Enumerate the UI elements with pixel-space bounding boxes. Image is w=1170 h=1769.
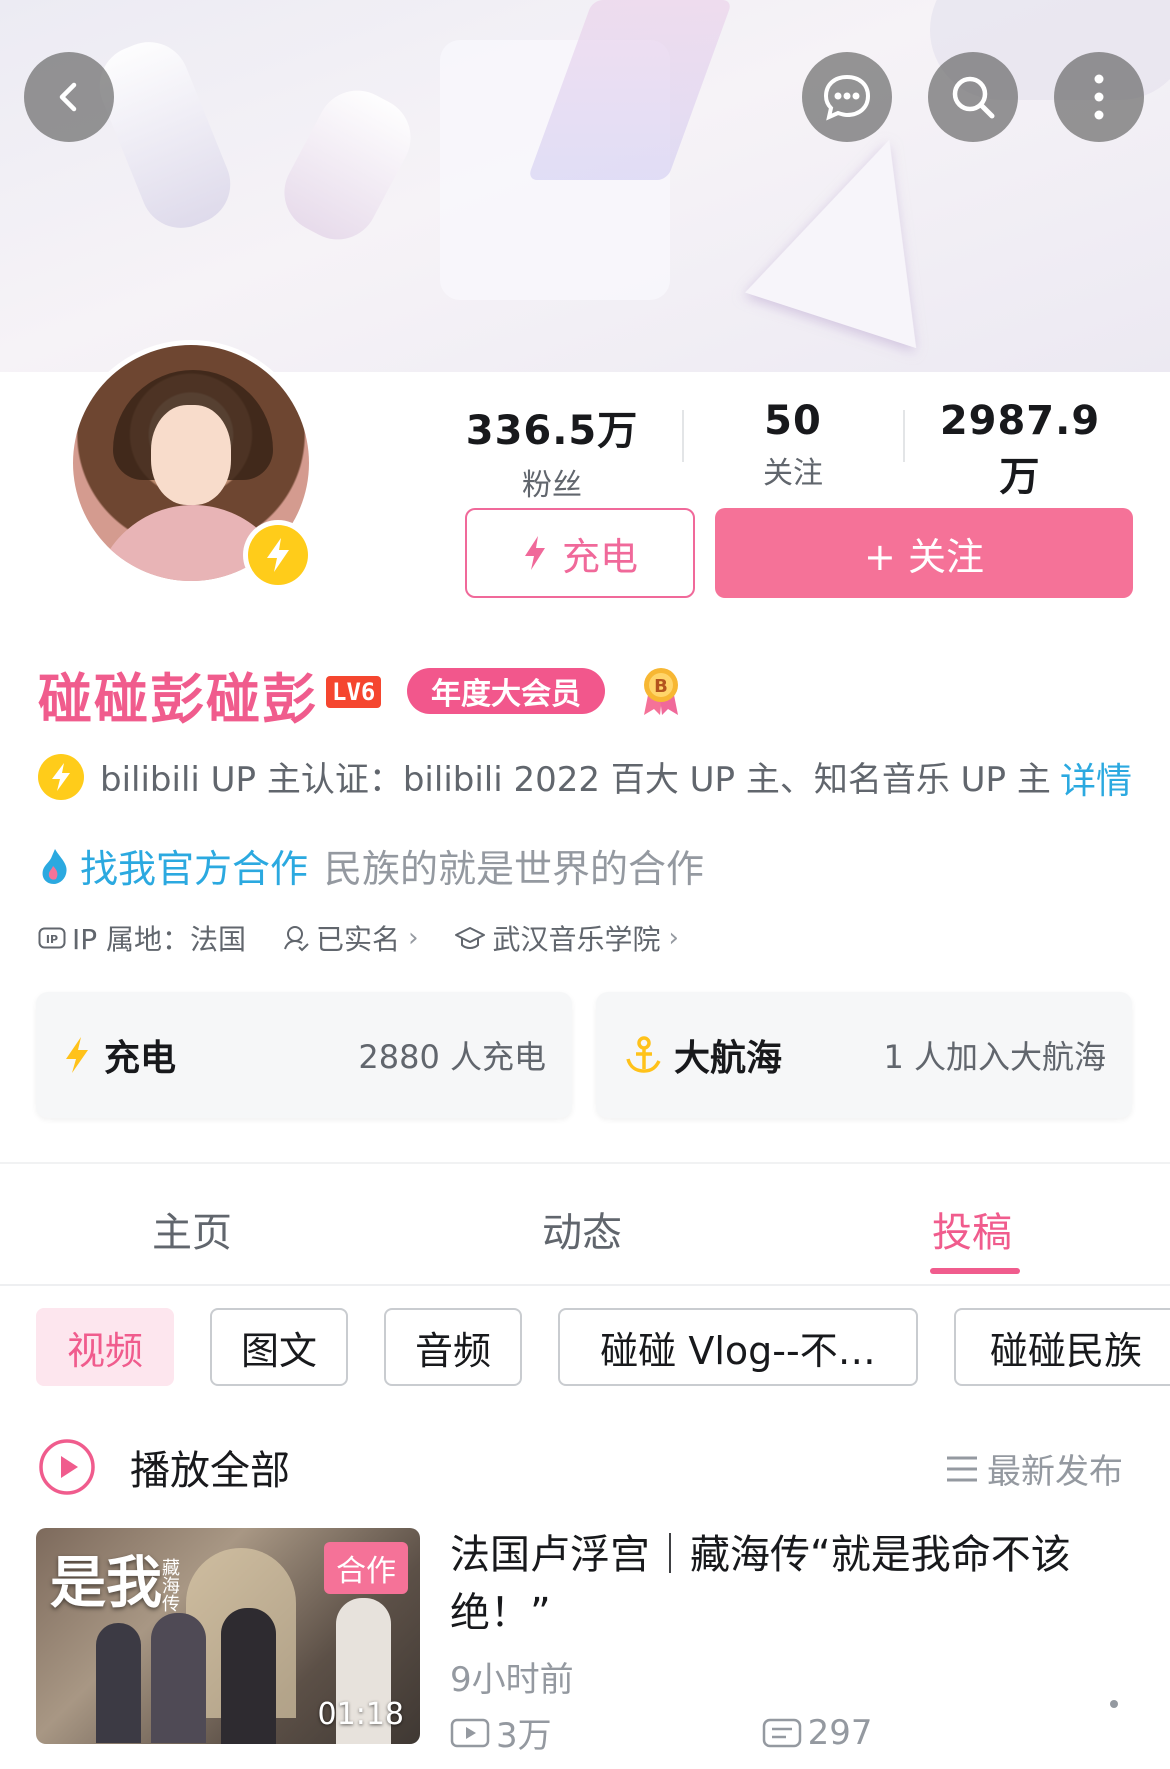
more-options-icon[interactable]: [1110, 1700, 1118, 1708]
video-stats: 3万 297: [450, 1708, 873, 1757]
school-text: 武汉音乐学院: [492, 923, 661, 956]
thumbnail-subtitle-text: 藏海传: [159, 1558, 180, 1612]
person-verified-icon: [284, 926, 309, 952]
video-title[interactable]: 法国卢浮宫｜藏海传“就是我命不该绝！”: [450, 1526, 1130, 1642]
details-link[interactable]: 详情: [1060, 752, 1132, 804]
verification-text: bilibili UP 主认证：bilibili 2022 百大 UP 主、知名…: [100, 760, 1051, 800]
guard-card-title: 大航海: [674, 1038, 783, 1079]
back-button[interactable]: [24, 52, 114, 142]
more-button[interactable]: [1054, 52, 1144, 142]
school-info[interactable]: 武汉音乐学院 ›: [454, 918, 679, 958]
charge-card[interactable]: 充电 2880 人充电: [36, 992, 572, 1118]
graduation-cap-icon: [455, 927, 486, 949]
guard-card-count: 1 人加入大航海: [883, 1038, 1106, 1076]
more-vertical-icon: [1094, 74, 1104, 120]
list-icon: [947, 1456, 977, 1481]
tab-home[interactable]: 主页: [152, 1200, 232, 1258]
stat-divider: [903, 410, 905, 462]
ip-icon: IP: [38, 927, 66, 949]
tab-dynamic[interactable]: 动态: [542, 1200, 622, 1258]
follow-button[interactable]: + 关注: [715, 508, 1133, 598]
ip-location: IP IP 属地：法国: [38, 918, 246, 958]
chip-article[interactable]: 图文: [210, 1308, 348, 1386]
video-time: 9小时前: [450, 1660, 574, 1700]
chevron-right-icon: ›: [668, 923, 679, 953]
chevron-left-icon: [59, 82, 77, 112]
following-label: 关注: [763, 456, 823, 491]
lightning-icon: [267, 538, 289, 572]
cooperation-line[interactable]: 找我官方合作 民族的就是世界的合作: [38, 838, 704, 893]
play-circle-icon: [39, 1439, 95, 1495]
anchor-icon: [626, 1036, 661, 1073]
fans-stat[interactable]: 336.5万 粉丝: [452, 398, 652, 504]
comment-icon: [762, 1718, 801, 1747]
lightning-icon: [524, 536, 545, 570]
guard-card[interactable]: 大航海 1 人加入大航海: [596, 992, 1132, 1118]
cooperation-desc: 民族的就是世界的合作: [324, 847, 705, 891]
chip-vlog-collection[interactable]: 碰碰 Vlog--不…: [558, 1308, 918, 1386]
ip-location-text: IP 属地：法国: [72, 923, 247, 956]
chip-audio[interactable]: 音频: [384, 1308, 522, 1386]
chevron-right-icon: ›: [408, 923, 419, 953]
charge-badge: [243, 520, 313, 590]
message-button[interactable]: [802, 52, 892, 142]
realname-text: 已实名: [316, 923, 401, 956]
tab-uploads[interactable]: 投稿: [932, 1200, 1012, 1258]
profile-banner: [0, 0, 1170, 372]
view-count: 3万: [450, 1708, 552, 1757]
video-duration: 01:18: [317, 1697, 404, 1732]
svg-text:IP: IP: [46, 933, 58, 946]
message-icon: [823, 74, 871, 121]
medal-icon[interactable]: B: [640, 665, 682, 717]
comment-count: 297: [762, 1713, 873, 1753]
play-count-icon: [450, 1718, 490, 1747]
verification-line: bilibili UP 主认证：bilibili 2022 百大 UP 主、知名…: [38, 752, 1051, 801]
search-icon: [952, 76, 995, 119]
chip-video[interactable]: 视频: [36, 1308, 174, 1386]
verified-lightning-icon: [38, 753, 84, 800]
thumbnail-title-text: 是我: [50, 1550, 162, 1616]
realname-status[interactable]: 已实名 ›: [282, 918, 418, 958]
likes-count: 2987.9万: [939, 398, 1101, 500]
section-divider: [0, 1162, 1170, 1164]
play-all-label: 播放全部: [130, 1448, 290, 1494]
comment-count-text: 297: [807, 1712, 873, 1753]
charge-card-title: 充电: [104, 1038, 177, 1079]
stat-divider: [682, 410, 684, 462]
charge-button-label: 充电: [561, 534, 638, 579]
video-thumbnail[interactable]: 是我 藏海传 合作 01:18: [36, 1528, 420, 1744]
tabs-divider: [0, 1284, 1170, 1286]
chip-ethnic-collection[interactable]: 碰碰民族: [954, 1308, 1170, 1386]
following-stat[interactable]: 50 关注: [718, 398, 868, 492]
cooperation-tag: 合作: [324, 1542, 408, 1594]
play-all-button[interactable]: 播放全部: [38, 1438, 290, 1496]
lightning-icon: [66, 1037, 88, 1073]
following-count: 50: [764, 398, 822, 444]
sort-label: 最新发布: [987, 1452, 1123, 1492]
fans-label: 粉丝: [522, 468, 582, 503]
cooperation-link[interactable]: 找我官方合作: [80, 838, 308, 893]
sort-button[interactable]: 最新发布: [945, 1444, 1123, 1493]
username: 碰碰彭碰彭: [38, 668, 318, 731]
follow-button-label: + 关注: [864, 534, 984, 579]
charge-card-count: 2880 人充电: [358, 1038, 546, 1076]
search-button[interactable]: [928, 52, 1018, 142]
svg-text:B: B: [654, 676, 668, 697]
flame-icon: [42, 848, 67, 884]
vip-badge[interactable]: 年度大会员: [407, 668, 605, 714]
level-badge: LV6: [326, 676, 382, 708]
fans-count: 336.5万: [465, 408, 639, 454]
active-tab-indicator: [930, 1268, 1020, 1274]
meta-line: IP IP 属地：法国 已实名 › 武汉音乐学院 ›: [38, 918, 715, 958]
charge-button[interactable]: 充电: [465, 508, 695, 598]
view-count-text: 3万: [496, 1716, 552, 1756]
